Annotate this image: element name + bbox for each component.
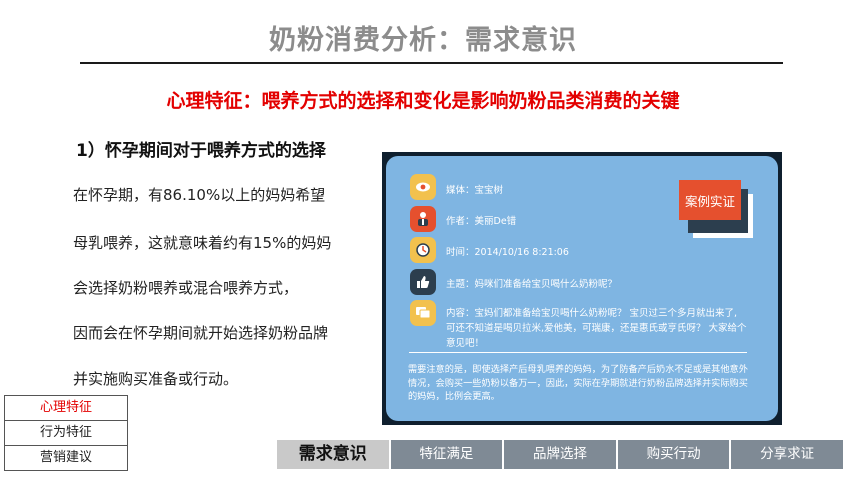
paragraph-line: 会选择奶粉喂养或混合喂养方式， [73,279,299,297]
card-content-line: 意见吧！ [446,338,485,349]
side-nav: 心理特征 行为特征 营销建议 [4,395,128,471]
side-nav-item-behavior[interactable]: 行为特征 [5,420,127,445]
card-note: 需要注意的是，即使选择产后母乳喂养的妈妈，为了防备产后奶水不足或是其他意外情况，… [408,364,748,402]
paragraph-line: 并实施购买准备或行动。 [73,370,239,388]
paragraph-line: 母乳喂养，这就意味着约有15%的妈妈 [73,234,332,252]
tab-brand-selection[interactable]: 品牌选择 [504,440,616,469]
case-stamp: 案例实证 [679,180,741,220]
tab-purchase-action[interactable]: 购买行动 [617,440,730,469]
title-divider [80,62,783,64]
card-content-line: 可还不知道是喝贝拉米,爱他美，可瑞康，还是惠氏或亨氏呀？ 大家给个 [446,323,747,334]
eye-icon [410,174,436,200]
thumbs-up-icon [410,269,436,295]
card-content-line: 内容：宝妈们都准备给宝贝喝什么奶粉呢？ 宝贝过三个多月就出来了, [446,308,738,319]
question-heading: 1）怀孕期间对于喂养方式的选择 [76,141,326,161]
section-subtitle: 心理特征：喂养方式的选择和变化是影响奶粉品类消费的关键 [166,90,680,112]
page-title: 奶粉消费分析：需求意识 [269,25,577,56]
tab-demand-awareness[interactable]: 需求意识 [277,440,389,469]
card-topic: 主题：妈咪们准备给宝贝喝什么奶粉呢？ [446,279,618,290]
chat-icon [410,300,436,326]
card-author: 作者：美丽De错 [446,216,517,227]
tab-feature-satisfaction[interactable]: 特征满足 [390,440,503,469]
side-nav-item-marketing[interactable]: 营销建议 [5,445,127,470]
person-icon [410,206,436,232]
tab-share-verify[interactable]: 分享求证 [731,440,843,469]
card-time: 时间：2014/10/16 8:21:06 [446,247,569,258]
clock-icon [410,237,436,263]
card-media: 媒体：宝宝树 [446,185,504,196]
side-nav-item-psychology[interactable]: 心理特征 [5,396,127,420]
card-divider [409,352,747,353]
paragraph-line: 因而会在怀孕期间就开始选择奶粉品牌 [73,324,329,342]
paragraph-line: 在怀孕期，有86.10%以上的妈妈希望 [73,186,326,204]
bottom-tabs: 需求意识 特征满足 品牌选择 购买行动 分享求证 [277,440,843,469]
